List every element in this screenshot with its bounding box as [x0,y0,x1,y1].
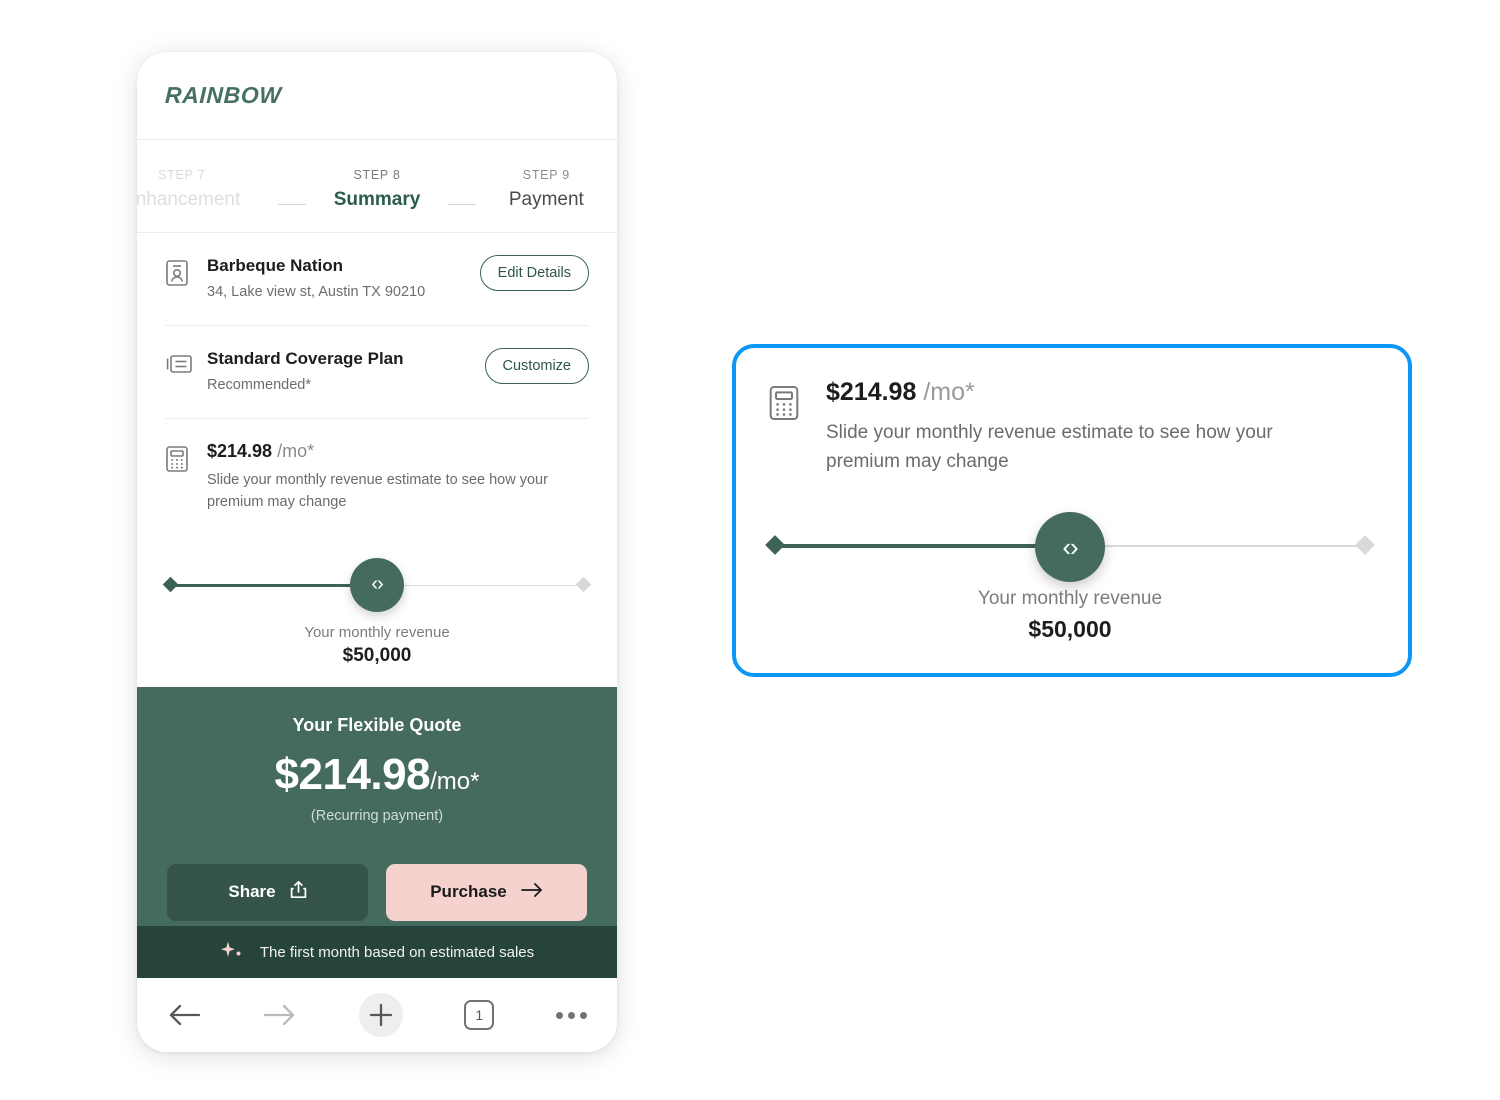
step-number-label: STEP 7 [158,167,206,182]
estimator-price-line: $214.98 /mo* [207,441,589,462]
step-title: Payment [508,188,584,210]
highlighted-estimator-callout: $214.98 /mo* Slide your monthly revenue … [732,344,1412,677]
share-icon [290,880,307,904]
ellipsis-dot [580,1011,587,1019]
callout-slider-min-marker [765,535,785,555]
step-title: Enhancement [137,188,241,210]
ellipsis-dot [568,1011,575,1019]
slider-track-fill [171,583,375,587]
estimator-row: $214.98 /mo* Slide your monthly revenue … [165,419,589,536]
callout-revenue-value: $50,000 [1028,616,1112,642]
estimator-description: Slide your monthly revenue estimate to s… [207,472,548,510]
estimator-price-unit: /mo* [277,441,315,462]
info-banner: The first month based on estimated sales [137,926,617,978]
step-indicator: STEP 7 Enhancement STEP 8 Summary STEP 9… [137,140,617,233]
contact-card-icon [165,255,207,287]
arrow-right-icon [520,882,543,903]
business-info: Barbeque Nation 34, Lake view st, Austin… [207,255,480,303]
callout-text-block: $214.98 /mo* Slide your monthly revenue … [826,378,1346,476]
callout-slider-handle[interactable]: ‹› [1035,512,1105,582]
business-row: Barbeque Nation 34, Lake view st, Austin… [165,233,589,327]
customize-button[interactable]: Customize [484,348,589,385]
plan-row: Standard Coverage Plan Recommended* Cust… [165,326,589,420]
callout-slider-section: ‹› Your monthly revenue $50,000 [765,506,1375,643]
revenue-value: $50,000 [342,644,412,666]
step-item-enhancement[interactable]: STEP 7 Enhancement [137,168,252,211]
phone-mockup: RAINBOW STEP 7 Enhancement STEP 8 Summar… [137,52,617,1052]
quote-amount: $214.98 [274,749,431,799]
share-button-label: Share [228,882,276,902]
quote-actions: Share Purchase [167,863,587,921]
new-tab-button[interactable] [358,993,403,1037]
purchase-button[interactable]: Purchase [386,863,587,921]
business-address: 34, Lake view st, Austin TX 90210 [207,284,426,301]
callout-slider-track-fill [776,544,1066,548]
estimator-info: $214.98 /mo* Slide your monthly revenue … [207,441,589,514]
callout-price-unit: /mo* [923,378,975,406]
chevrons-icon: ‹› [371,573,383,596]
brand-logo: RAINBOW [164,82,283,108]
step-connector [447,203,476,205]
share-button[interactable]: Share [167,863,368,921]
step-item-payment[interactable]: STEP 9 Payment [476,168,617,211]
step-number-label: STEP 8 [353,167,401,182]
plan-subtitle: Recommended* [207,377,311,394]
edit-details-button[interactable]: Edit Details [479,255,589,291]
quote-panel: Your Flexible Quote $214.98/mo* (Recurri… [137,686,617,926]
sparkle-icon [220,940,246,965]
step-item-summary[interactable]: STEP 8 Summary [306,168,447,211]
business-name: Barbeque Nation [207,256,344,275]
step-connector [278,203,307,205]
more-options-button[interactable] [556,1011,587,1019]
callout-revenue-caption: Your monthly revenue [977,588,1163,609]
purchase-button-label: Purchase [430,882,507,902]
summary-rows: Barbeque Nation 34, Lake view st, Austin… [137,233,617,536]
callout-description: Slide your monthly revenue estimate to s… [826,422,1273,472]
ellipsis-dot [556,1011,563,1019]
quote-unit: /mo* [430,767,480,795]
callout-header: $214.98 /mo* Slide your monthly revenue … [768,378,1372,476]
browser-toolbar: 1 [137,978,617,1052]
estimator-price: $214.98 [207,441,273,462]
callout-slider-max-marker [1355,535,1375,555]
article-icon [165,348,207,376]
calculator-icon [165,441,207,473]
plan-info: Standard Coverage Plan Recommended* [207,348,485,396]
quote-price-line: $214.98/mo* [167,750,587,800]
plan-name: Standard Coverage Plan [207,349,404,369]
tab-count-button[interactable]: 1 [464,1000,495,1030]
revenue-slider-section: ‹› Your monthly revenue $50,000 [137,536,617,667]
step-number-label: STEP 9 [522,167,570,182]
revenue-slider[interactable]: ‹› [162,550,592,622]
forward-button[interactable] [263,1002,297,1028]
back-button[interactable] [167,1002,201,1028]
callout-revenue-slider[interactable]: ‹› [765,506,1375,586]
quote-note: (Recurring payment) [310,807,444,824]
slider-min-marker [162,576,179,592]
quote-title: Your Flexible Quote [292,714,462,735]
callout-price: $214.98 [826,378,917,406]
step-title: Summary [333,188,421,210]
callout-price-line: $214.98 /mo* [826,378,1346,407]
calculator-icon [768,378,800,427]
banner-text: The first month based on estimated sales [259,943,535,961]
slider-max-marker [575,576,592,592]
chevrons-icon: ‹› [1062,531,1078,562]
app-header: RAINBOW [137,52,617,140]
slider-handle[interactable]: ‹› [350,557,404,612]
screenshot-stage: RAINBOW STEP 7 Enhancement STEP 8 Summar… [0,0,1500,1100]
revenue-caption: Your monthly revenue [304,623,450,641]
